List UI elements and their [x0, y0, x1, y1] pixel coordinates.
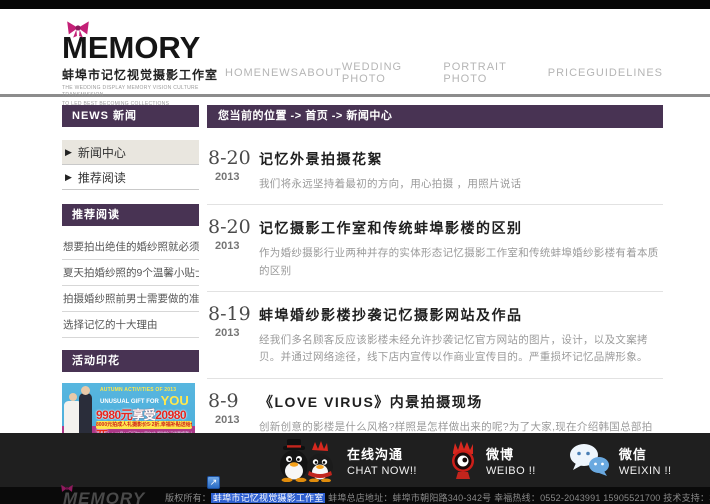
news-title-link[interactable]: 蚌埠婚纱影楼抄袭记忆摄影网站及作品 [259, 305, 663, 325]
news-description: 经我们多名顾客反应该影楼未经允许抄袭记忆官方网站的图片，设计，以及文案拷贝。并通… [259, 332, 663, 367]
news-date: 8-20 2013 [208, 147, 255, 183]
sidebar-item-recommended[interactable]: ▶ 推荐阅读 [62, 165, 199, 190]
sidebar-item-news-center[interactable]: ▶ 新闻中心 [62, 140, 199, 165]
news-date: 8-20 2013 [208, 216, 255, 252]
news-date-year: 2013 [208, 327, 255, 339]
news-item: 8-19 2013 蚌埠婚纱影楼抄袭记忆摄影网站及作品 经我们多名顾客反应该影楼… [207, 292, 663, 379]
site-logo[interactable]: MEMORY 蚌埠市记忆视觉摄影工作室 THE WEDDING DISPLAY … [62, 20, 222, 108]
news-date-day: 8-19 [208, 303, 251, 325]
page: MEMORY 蚌埠市记忆视觉摄影工作室 THE WEDDING DISPLAY … [0, 0, 710, 504]
footer-support: 技术支持：华迅网络 [663, 493, 710, 503]
news-date-day: 8-9 [208, 390, 239, 412]
sidebar-menu: ▶ 新闻中心 ▶ 推荐阅读 [62, 140, 199, 190]
social-footer: 在线沟通 CHAT NOW!! 微博 WEIBO !! [0, 433, 710, 487]
weibo-icon [449, 440, 477, 480]
promo-strip: 8000元拍成人礼摄影价5·2折,幸福补贴送给你! [96, 421, 192, 429]
news-date-day: 8-20 [208, 216, 251, 238]
nav-about[interactable]: ABOUT [299, 67, 342, 79]
news-item: 8-20 2013 记忆外景拍摄花絮 我们将永远坚持着最初的方向，用心拍摄 ，用… [207, 136, 663, 205]
promo-price-left: 9980元 [96, 408, 132, 422]
social-weixin[interactable]: 微信 WEIXIN !! [568, 443, 672, 477]
recommend-section: 推荐阅读 想要拍出绝佳的婚纱照就必须知 夏天拍婚纱照的9个温馨小贴士 拍摄婚纱照… [62, 204, 199, 338]
nav-guidelines[interactable]: GUIDELINES [586, 67, 663, 79]
breadcrumb: 您当前的位置 -> 首页 -> 新闻中心 [207, 105, 663, 128]
arrow-right-icon: ▶ [65, 172, 72, 183]
copyright-bar: MEMORY 版权所有：蚌埠市记忆视觉摄影工作室 蚌埠总店地址：蚌埠市朝阳路34… [0, 487, 710, 504]
main-nav: HOME NEWS ABOUT WEDDING PHOTO PORTRAIT P… [225, 61, 663, 85]
nav-portrait-photo[interactable]: PORTRAIT PHOTO [443, 61, 547, 85]
recommend-list: 想要拍出绝佳的婚纱照就必须知 夏天拍婚纱照的9个温馨小贴士 拍摄婚纱照前男士需要… [62, 234, 199, 338]
logo-subtitle: 蚌埠市记忆视觉摄影工作室 [62, 66, 222, 83]
social-qq-sublabel: CHAT NOW!! [347, 465, 417, 477]
social-weixin-label: 微信 [619, 444, 672, 463]
recommend-header: 推荐阅读 [62, 204, 199, 226]
sidebar: NEWS 新闻 ▶ 新闻中心 ▶ 推荐阅读 推荐阅读 想要拍出绝佳的婚纱照就必须… [62, 105, 199, 448]
footer-logo: MEMORY [63, 489, 145, 504]
news-description: 作为婚纱摄影行业两种并存的实体形态记忆摄影工作室和传统蚌埠婚纱影楼有着本质的区别 [259, 245, 663, 280]
qq-penguins-icon [276, 438, 338, 482]
news-date-year: 2013 [208, 240, 255, 252]
footer-hotline: 幸福热线：0552-2043991 15905521700 [494, 493, 660, 503]
social-qq-chat[interactable]: 在线沟通 CHAT NOW!! [276, 438, 417, 482]
top-black-strip [0, 0, 710, 9]
social-weixin-sublabel: WEIXIN !! [619, 465, 672, 477]
sidebar-item-label: 新闻中心 [78, 144, 126, 161]
news-date-day: 8-20 [208, 147, 251, 169]
promo-line-2-text: UNUSUAL GIFT FOR [100, 399, 159, 405]
nav-price[interactable]: PRICE [548, 67, 587, 79]
arrow-right-icon: ▶ [65, 147, 72, 158]
recommend-item[interactable]: 想要拍出绝佳的婚纱照就必须知 [62, 234, 199, 260]
nav-home[interactable]: HOME [225, 67, 262, 79]
footer-address: 蚌埠总店地址：蚌埠市朝阳路340-342号 [328, 493, 491, 503]
news-list: 8-20 2013 记忆外景拍摄花絮 我们将永远坚持着最初的方向，用心拍摄 ，用… [207, 136, 663, 483]
news-title-link[interactable]: 《LOVE VIRUS》内景拍摄现场 [259, 392, 663, 412]
nav-news[interactable]: NEWS [262, 67, 299, 79]
news-date: 8-19 2013 [208, 303, 255, 339]
social-weibo-sublabel: WEIBO !! [486, 465, 536, 477]
recommend-item[interactable]: 选择记忆的十大理由 [62, 312, 199, 338]
copyright-text: 版权所有：蚌埠市记忆视觉摄影工作室 蚌埠总店地址：蚌埠市朝阳路340-342号 … [165, 491, 710, 504]
news-date-year: 2013 [208, 171, 255, 183]
news-description: 我们将永远坚持着最初的方向，用心拍摄 ，用照片说话 [259, 176, 663, 193]
ribbon-bow-icon [65, 20, 91, 38]
social-qq-label: 在线沟通 [347, 444, 417, 463]
social-weibo[interactable]: 微博 WEIBO !! [449, 440, 536, 480]
news-title-link[interactable]: 记忆摄影工作室和传统蚌埠影楼的区别 [259, 218, 663, 238]
copyright-prefix: 版权所有： [165, 493, 211, 503]
sidebar-item-label: 推荐阅读 [78, 169, 126, 186]
news-date: 8-9 2013 [208, 390, 255, 426]
logo-tagline-1: THE WEDDING DISPLAY MEMORY VISION CULTUR… [62, 85, 222, 99]
recommend-item[interactable]: 拍摄婚纱照前男士需要做的准备 [62, 286, 199, 312]
promo-header: 活动印花 [62, 350, 199, 372]
nav-wedding-photo[interactable]: WEDDING PHOTO [342, 61, 443, 85]
weixin-icon [568, 443, 610, 477]
news-date-year: 2013 [208, 414, 255, 426]
site-header: MEMORY 蚌埠市记忆视觉摄影工作室 THE WEDDING DISPLAY … [0, 9, 710, 97]
news-item: 8-20 2013 记忆摄影工作室和传统蚌埠影楼的区别 作为婚纱摄影行业两种并存… [207, 205, 663, 292]
floating-shortcut-icon[interactable]: ↗ [207, 476, 220, 489]
social-weibo-label: 微博 [486, 444, 536, 463]
sidebar-news-header: NEWS 新闻 [62, 105, 199, 127]
recommend-item[interactable]: 夏天拍婚纱照的9个温馨小贴士 [62, 260, 199, 286]
promo-price-mid: 享受 [132, 408, 155, 422]
studio-name-link[interactable]: 蚌埠市记忆视觉摄影工作室 [211, 493, 325, 503]
news-title-link[interactable]: 记忆外景拍摄花絮 [259, 149, 663, 169]
